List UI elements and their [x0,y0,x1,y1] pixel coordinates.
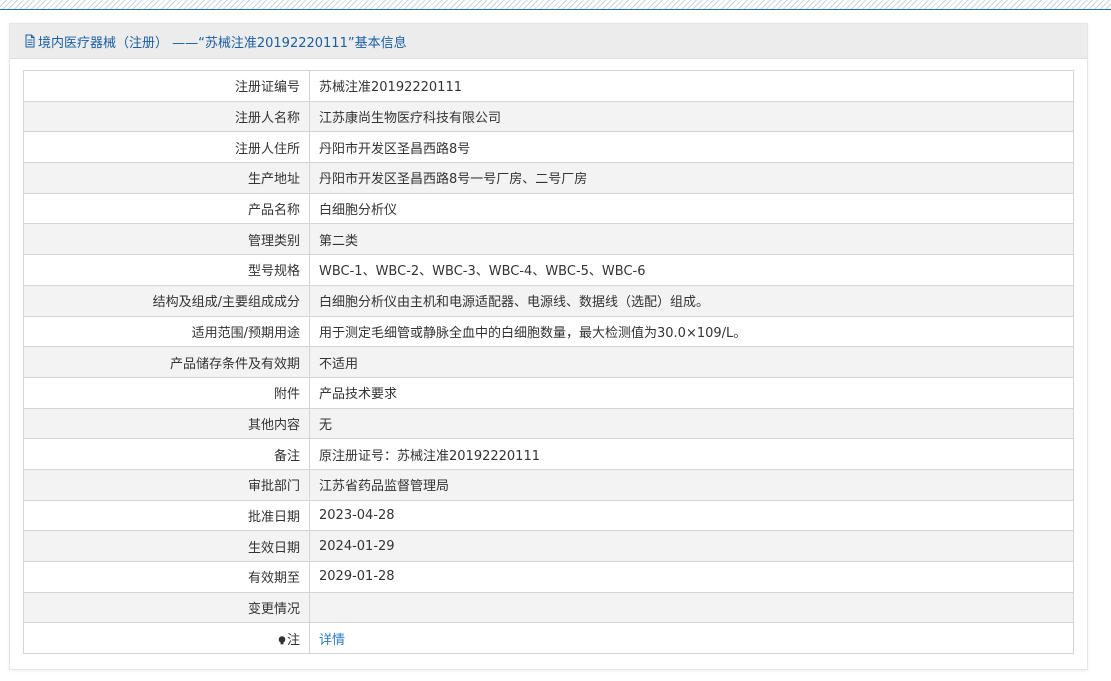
field-label: 注册人名称 [23,100,310,133]
field-label: 结构及组成/主要组成成分 [23,284,310,317]
table-row: 有效期至 2029-01-28 [23,561,1074,593]
table-row: 其他内容无 [23,407,1074,440]
field-label: 其他内容 [23,407,310,440]
table-row: 型号规格 WBC-1、WBC-2、WBC-3、WBC-4、WBC-5、WBC-6 [23,254,1074,286]
table-row: 产品名称 白细胞分析仪 [23,192,1074,225]
table-row: 管理类别 第二类 [23,223,1074,256]
field-value: 苏械注准20192220111 [309,70,1074,102]
field-label: 变更情况 [23,591,310,624]
field-value: 用于测定毛细管或静脉全血中的白细胞数量，最大检测值为30.0×109/L。 [309,315,1074,348]
top-banner-strip [0,0,1111,10]
field-value: 第二类 [309,223,1074,256]
info-table: 注册证编号 苏械注准20192220111 注册人名称 江苏康尚生物医疗科技有限公司注… [23,70,1074,655]
table-row: 附件 产品技术要求 [23,376,1074,409]
table-row: 生效日期 2024-01-29 [23,530,1074,562]
field-value: 丹阳市开发区圣昌西路8号一号厂房、二号厂房 [309,162,1074,194]
field-label: 备注 [23,438,310,470]
field-value: 白细胞分析仪由主机和电源适配器、电源线、数据线（选配）组成。 [309,284,1074,317]
field-label: 适用范围/预期用途 [23,315,310,348]
table-row: 结构及组成/主要组成成分 白细胞分析仪由主机和电源适配器、电源线、数据线（选配）组… [23,284,1074,317]
field-value [309,591,1074,624]
field-value: 无 [309,407,1074,440]
document-icon [25,34,35,48]
field-value: 2029-01-28 [309,561,1074,593]
bulb-icon [278,635,286,645]
field-label: 产品储存条件及有效期 [23,346,310,378]
field-label: 管理类别 [23,223,310,256]
table-row: 备注 原注册证号：苏械注准20192220111 [23,438,1074,470]
field-label: 产品名称 [23,192,310,225]
info-panel: 境内医疗器械（注册） ——“苏械注准20192220111”基本信息 注册证编号… [9,23,1088,670]
field-label: 附件 [23,376,310,409]
field-label: 生效日期 [23,530,310,562]
field-value: 详情 [309,622,1074,655]
field-value: WBC-1、WBC-2、WBC-3、WBC-4、WBC-5、WBC-6 [309,254,1074,286]
field-value: 白细胞分析仪 [309,192,1074,225]
panel-title: 境内医疗器械（注册） ——“苏械注准20192220111”基本信息 [38,35,407,51]
field-value: 丹阳市开发区圣昌西路8号 [309,131,1074,164]
field-value: 江苏康尚生物医疗科技有限公司 [309,100,1074,133]
field-label: 审批部门 [23,468,310,501]
field-value: 原注册证号：苏械注准20192220111 [309,438,1074,470]
table-row: 审批部门 江苏省药品监督管理局 [23,468,1074,501]
field-label: 生产地址 [23,162,310,194]
panel-header: 境内医疗器械（注册） ——“苏械注准20192220111”基本信息 [10,24,1087,59]
panel-body: 注册证编号 苏械注准20192220111 注册人名称 江苏康尚生物医疗科技有限公司注… [10,59,1087,655]
field-value: 产品技术要求 [309,376,1074,409]
details-link[interactable]: 详情 [319,633,345,648]
field-value: 江苏省药品监督管理局 [309,468,1074,501]
table-row: 注册人名称 江苏康尚生物医疗科技有限公司 [23,100,1074,133]
table-row: 批准日期 2023-04-28 [23,499,1074,532]
field-value: 不适用 [309,346,1074,378]
table-row: 适用范围/预期用途 用于测定毛细管或静脉全血中的白细胞数量，最大检测值为30.0×… [23,315,1074,348]
table-row: 变更情况 [23,591,1074,624]
table-row: 产品储存条件及有效期 不适用 [23,346,1074,378]
note-row: 注 详情 [23,622,1074,655]
table-row: 生产地址 丹阳市开发区圣昌西路8号一号厂房、二号厂房 [23,162,1074,194]
info-table-body: 注册证编号 苏械注准20192220111 注册人名称 江苏康尚生物医疗科技有限公司注… [23,70,1074,655]
field-label: 有效期至 [23,561,310,593]
field-value: 2024-01-29 [309,530,1074,562]
table-row: 注册人住所 丹阳市开发区圣昌西路8号 [23,131,1074,164]
field-label: 型号规格 [23,254,310,286]
field-label: 批准日期 [23,499,310,532]
field-label: 注册证编号 [23,70,310,102]
note-label: 注 [286,632,300,648]
table-row: 注册证编号 苏械注准20192220111 [23,70,1074,102]
field-value: 2023-04-28 [309,499,1074,532]
field-label: 注 [23,622,310,655]
field-label: 注册人住所 [23,131,310,164]
